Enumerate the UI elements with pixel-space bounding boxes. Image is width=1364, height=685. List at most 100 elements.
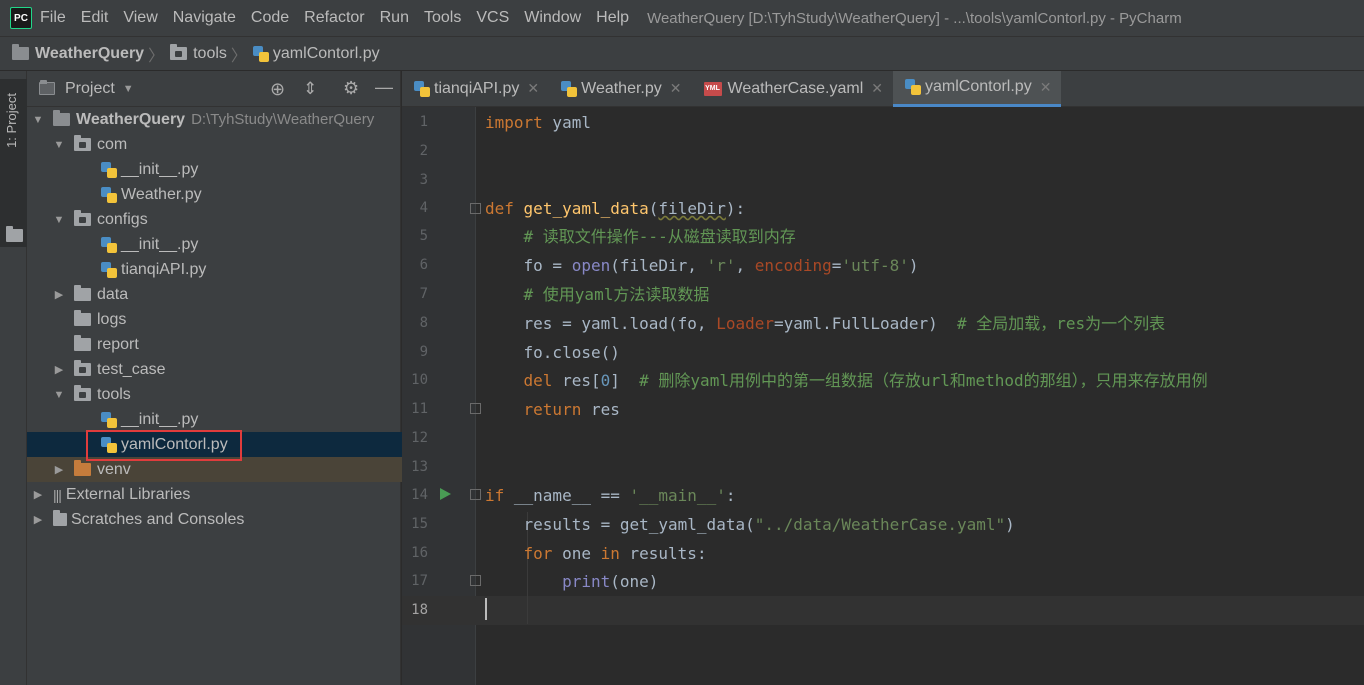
close-icon[interactable]: ✕ <box>527 80 539 97</box>
project-tool-tab[interactable]: 1: Project <box>0 79 27 247</box>
expanded-arrow-icon[interactable]: ▼ <box>52 389 66 401</box>
menu-vcs[interactable]: VCS <box>476 9 509 27</box>
text-caret <box>485 598 487 620</box>
menu-window[interactable]: Window <box>524 9 581 27</box>
code-line-14: if __name__ == '__main__': <box>485 486 736 505</box>
menu-edit[interactable]: Edit <box>81 9 109 27</box>
tree-item-data[interactable]: ▶ data <box>27 282 426 307</box>
line-number: 9 <box>419 344 428 360</box>
line-number: 18 <box>411 602 428 618</box>
tree-root-path: D:\TyhStudy\WeatherQuery <box>191 111 375 128</box>
line-number: 5 <box>419 228 428 244</box>
settings-gear-icon[interactable]: ⚙ <box>343 78 359 99</box>
fold-marker-icon[interactable] <box>470 403 481 414</box>
expanded-arrow-icon[interactable]: ▼ <box>31 114 45 126</box>
code-line-6: fo = open(fileDir, 'r', encoding='utf-8'… <box>523 256 919 275</box>
tab-tianqiapi[interactable]: tianqiAPI.py ✕ <box>402 71 549 107</box>
project-tool-folder-icon <box>6 226 23 242</box>
menu-view[interactable]: View <box>123 9 157 27</box>
menu-help[interactable]: Help <box>596 9 629 27</box>
tab-yamlcontorl[interactable]: yamlContorl.py ✕ <box>893 70 1062 107</box>
tree-item-configs[interactable]: ▼ configs <box>27 207 426 232</box>
dropdown-arrow-icon[interactable]: ▼ <box>123 83 134 95</box>
project-view-icon <box>39 80 55 95</box>
breadcrumb-project-label: WeatherQuery <box>35 44 145 62</box>
tree-item-tools[interactable]: ▼ tools <box>27 382 426 407</box>
folder-icon <box>170 44 188 60</box>
package-folder-icon <box>74 360 91 376</box>
tree-item-label: __init__.py <box>121 160 199 178</box>
project-panel-title[interactable]: Project <box>65 80 115 98</box>
python-file-icon <box>101 161 117 178</box>
breadcrumb-folder[interactable]: tools <box>170 44 227 63</box>
python-file-icon <box>252 45 269 62</box>
python-file-icon <box>561 80 578 97</box>
menu-tools[interactable]: Tools <box>424 9 461 27</box>
folder-icon <box>74 335 91 351</box>
breadcrumb-project[interactable]: WeatherQuery <box>12 44 145 63</box>
python-file-icon <box>101 436 117 453</box>
expanded-arrow-icon[interactable]: ▼ <box>52 214 66 226</box>
python-file-icon <box>101 411 117 428</box>
python-file-icon <box>101 236 117 253</box>
line-number: 16 <box>411 545 428 561</box>
collapsed-arrow-icon[interactable]: ▶ <box>52 463 66 476</box>
package-folder-icon <box>74 135 91 151</box>
editor-tab-bar: tianqiAPI.py ✕ Weather.py ✕ YML WeatherC… <box>402 70 1364 107</box>
line-number: 1 <box>419 114 428 130</box>
tree-item-label: __init__.py <box>121 235 199 253</box>
locate-file-icon[interactable]: ⊕ <box>270 79 285 100</box>
menu-navigate[interactable]: Navigate <box>173 9 236 27</box>
menu-file[interactable]: File <box>40 9 66 27</box>
breadcrumb-file[interactable]: yamlContorl.py <box>252 44 380 63</box>
tree-item-logs[interactable]: logs <box>27 307 448 332</box>
menubar: PC File Edit View Navigate Code Refactor… <box>0 0 1364 36</box>
tree-item-external-libraries[interactable]: ▶ ||| External Libraries <box>27 482 405 507</box>
tab-label: Weather.py <box>581 79 662 97</box>
line-number: 12 <box>411 430 428 446</box>
code-line-5: # 读取文件操作---从磁盘读取到内存 <box>523 227 796 246</box>
run-gutter-icon[interactable] <box>440 488 451 500</box>
code-line-11: return res <box>523 400 620 419</box>
collapsed-arrow-icon[interactable]: ▶ <box>52 288 66 301</box>
current-line-highlight <box>402 596 1364 625</box>
collapse-all-icon[interactable]: ⇕ <box>303 79 317 99</box>
tab-weathercase-yaml[interactable]: YML WeatherCase.yaml ✕ <box>692 71 894 107</box>
fold-marker-icon[interactable] <box>470 575 481 586</box>
project-tool-label: 1: Project <box>4 93 19 148</box>
python-file-icon <box>414 80 430 97</box>
code-line-10: del res[0] # 删除yaml用例中的第一组数据（存放url和metho… <box>523 371 1208 390</box>
tree-item-com[interactable]: ▼ com <box>27 132 426 157</box>
window-title: WeatherQuery [D:\TyhStudy\WeatherQuery] … <box>647 9 1182 27</box>
breadcrumb-file-label: yamlContorl.py <box>272 44 380 62</box>
tree-root-label: WeatherQuery <box>76 110 186 128</box>
fold-marker-icon[interactable] <box>470 203 481 214</box>
tree-item-label: venv <box>97 460 131 478</box>
hide-panel-icon[interactable]: — <box>375 77 393 98</box>
tab-weather[interactable]: Weather.py ✕ <box>549 71 691 107</box>
code-line-15: results = get_yaml_data("../data/Weather… <box>523 515 1015 534</box>
tree-root-weatherquery[interactable]: ▼ WeatherQuery D:\TyhStudy\WeatherQuery <box>27 107 405 132</box>
close-icon[interactable]: ✕ <box>871 80 883 97</box>
tree-item-report[interactable]: report <box>27 332 448 357</box>
fold-marker-icon[interactable] <box>470 489 481 500</box>
close-icon[interactable]: ✕ <box>1040 79 1052 96</box>
expanded-arrow-icon[interactable]: ▼ <box>52 139 66 151</box>
collapsed-arrow-icon[interactable]: ▶ <box>31 513 45 526</box>
menu-run[interactable]: Run <box>380 9 409 27</box>
menu-code[interactable]: Code <box>251 9 289 27</box>
scratches-icon <box>53 510 67 526</box>
tree-item-scratches[interactable]: ▶ Scratches and Consoles <box>27 507 405 532</box>
close-icon[interactable]: ✕ <box>670 80 682 97</box>
collapsed-arrow-icon[interactable]: ▶ <box>52 363 66 376</box>
tree-item-venv[interactable]: ▶ venv <box>27 457 426 482</box>
package-folder-icon <box>74 385 91 401</box>
line-number: 15 <box>411 516 428 532</box>
tree-item-test-case[interactable]: ▶ test_case <box>27 357 426 382</box>
collapsed-arrow-icon[interactable]: ▶ <box>31 488 45 501</box>
folder-icon <box>74 285 91 301</box>
code-line-4: def get_yaml_data(fileDir): <box>485 199 746 218</box>
menu-refactor[interactable]: Refactor <box>304 9 364 27</box>
yaml-file-icon: YML <box>703 81 722 96</box>
package-folder-icon <box>74 210 91 226</box>
